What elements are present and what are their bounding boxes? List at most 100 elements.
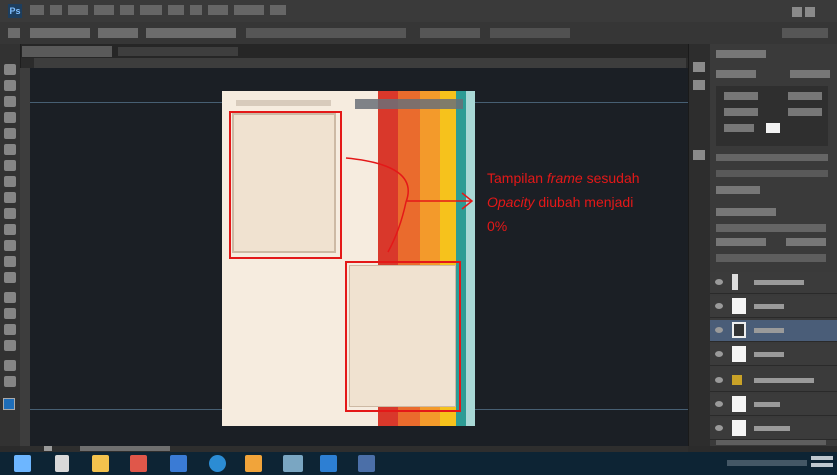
font-style-field[interactable] (790, 70, 830, 78)
3d-mode-buttons[interactable] (490, 28, 570, 38)
brush-tool-icon[interactable] (4, 176, 16, 187)
photoshop-icon-2[interactable] (358, 455, 375, 472)
close-icon[interactable] (805, 7, 815, 17)
distribute-buttons[interactable] (420, 28, 480, 38)
office-icon[interactable] (245, 455, 262, 472)
layer-row[interactable] (710, 370, 837, 392)
foreground-color-swatch[interactable] (3, 398, 15, 410)
tracking-field[interactable] (788, 108, 822, 116)
lock-fill-row[interactable] (716, 254, 826, 262)
window-controls[interactable] (789, 4, 831, 17)
healing-tool-icon[interactable] (4, 160, 16, 171)
start-icon[interactable] (14, 455, 31, 472)
language-dropdown[interactable] (716, 186, 760, 194)
shape-tool-icon[interactable] (4, 340, 16, 351)
history-panel-icon[interactable] (693, 62, 705, 72)
opacity-field[interactable] (786, 238, 826, 246)
taskbar (0, 452, 837, 475)
edge-icon[interactable] (209, 455, 226, 472)
file-explorer-icon[interactable] (92, 455, 109, 472)
mail-icon[interactable] (170, 455, 187, 472)
align-buttons[interactable] (246, 28, 406, 38)
font-size-field[interactable] (724, 92, 758, 100)
clock[interactable] (811, 456, 833, 470)
move-tool-icon[interactable] (4, 64, 16, 75)
document-tab[interactable] (118, 47, 238, 56)
blur-tool-icon[interactable] (4, 256, 16, 267)
quick-select-tool-icon[interactable] (4, 112, 16, 123)
marquee-tool-icon[interactable] (4, 80, 16, 91)
character-panel-tab[interactable] (716, 50, 766, 58)
dodge-tool-icon[interactable] (4, 272, 16, 283)
move-tool-icon[interactable] (8, 28, 20, 38)
menu-help[interactable] (270, 5, 286, 15)
layer-name (754, 304, 784, 309)
caption-line1-post: sesudah (582, 170, 640, 186)
photos-icon[interactable] (283, 455, 303, 472)
layers-footer-buttons[interactable] (716, 440, 826, 445)
minimize-icon[interactable] (792, 7, 802, 17)
visibility-eye-icon[interactable] (715, 377, 723, 383)
layer-row[interactable] (710, 344, 837, 366)
menu-3d[interactable] (190, 5, 202, 15)
menu-view[interactable] (208, 5, 228, 15)
task-view-icon[interactable] (55, 455, 69, 472)
visibility-eye-icon[interactable] (715, 327, 723, 333)
layers-panel-tab[interactable] (716, 208, 776, 216)
zoom-tool-icon[interactable] (4, 376, 16, 387)
visibility-eye-icon[interactable] (715, 303, 723, 309)
crop-tool-icon[interactable] (4, 128, 16, 139)
system-tray[interactable] (727, 460, 807, 466)
visibility-eye-icon[interactable] (715, 351, 723, 357)
blend-mode-dropdown[interactable] (716, 238, 766, 246)
document-info[interactable] (80, 446, 170, 451)
layer-row[interactable] (710, 394, 837, 416)
hand-tool-icon[interactable] (4, 360, 16, 371)
visibility-eye-icon[interactable] (715, 425, 723, 431)
font-family-field[interactable] (716, 70, 756, 78)
menu-window[interactable] (234, 5, 264, 15)
menu-layer[interactable] (94, 5, 114, 15)
text-color-swatch[interactable] (766, 123, 780, 133)
layer-name (754, 426, 790, 431)
leading-field[interactable] (788, 92, 822, 100)
layer-filter-row[interactable] (716, 224, 826, 232)
paragraph-panel-icon[interactable] (693, 150, 705, 160)
store-icon[interactable] (130, 455, 147, 472)
menu-filter[interactable] (168, 5, 184, 15)
lasso-tool-icon[interactable] (4, 96, 16, 107)
stamp-tool-icon[interactable] (4, 192, 16, 203)
photoshop-icon[interactable] (320, 455, 337, 472)
layer-row[interactable] (710, 296, 837, 318)
workspace-switcher[interactable] (782, 28, 828, 38)
zoom-indicator[interactable] (44, 446, 52, 451)
eraser-tool-icon[interactable] (4, 224, 16, 235)
layer-row[interactable] (710, 272, 837, 294)
layer-dropdown[interactable] (98, 28, 138, 38)
layer-row[interactable] (710, 418, 837, 440)
kerning-field[interactable] (724, 108, 758, 116)
document-tab-active[interactable] (22, 46, 112, 57)
menu-type[interactable] (120, 5, 134, 15)
menu-edit[interactable] (50, 5, 62, 15)
properties-panel-icon[interactable] (693, 80, 705, 90)
text-style-buttons[interactable] (716, 154, 828, 161)
auto-select-checkbox[interactable] (30, 28, 90, 38)
menu-file[interactable] (30, 5, 44, 15)
eyedropper-tool-icon[interactable] (4, 144, 16, 155)
gradient-tool-icon[interactable] (4, 240, 16, 251)
pen-tool-icon[interactable] (4, 292, 16, 303)
visibility-eye-icon[interactable] (715, 279, 723, 285)
show-transform-controls[interactable] (146, 28, 236, 38)
layer-row-selected[interactable] (710, 320, 837, 342)
scale-field[interactable] (724, 124, 754, 132)
layer-thumbnail (732, 420, 746, 436)
opentype-buttons[interactable] (716, 170, 828, 177)
menu-image[interactable] (68, 5, 88, 15)
history-brush-tool-icon[interactable] (4, 208, 16, 219)
ruler-vertical (20, 68, 30, 446)
visibility-eye-icon[interactable] (715, 401, 723, 407)
type-tool-icon[interactable] (4, 308, 16, 319)
menu-select[interactable] (140, 5, 162, 15)
path-select-tool-icon[interactable] (4, 324, 16, 335)
